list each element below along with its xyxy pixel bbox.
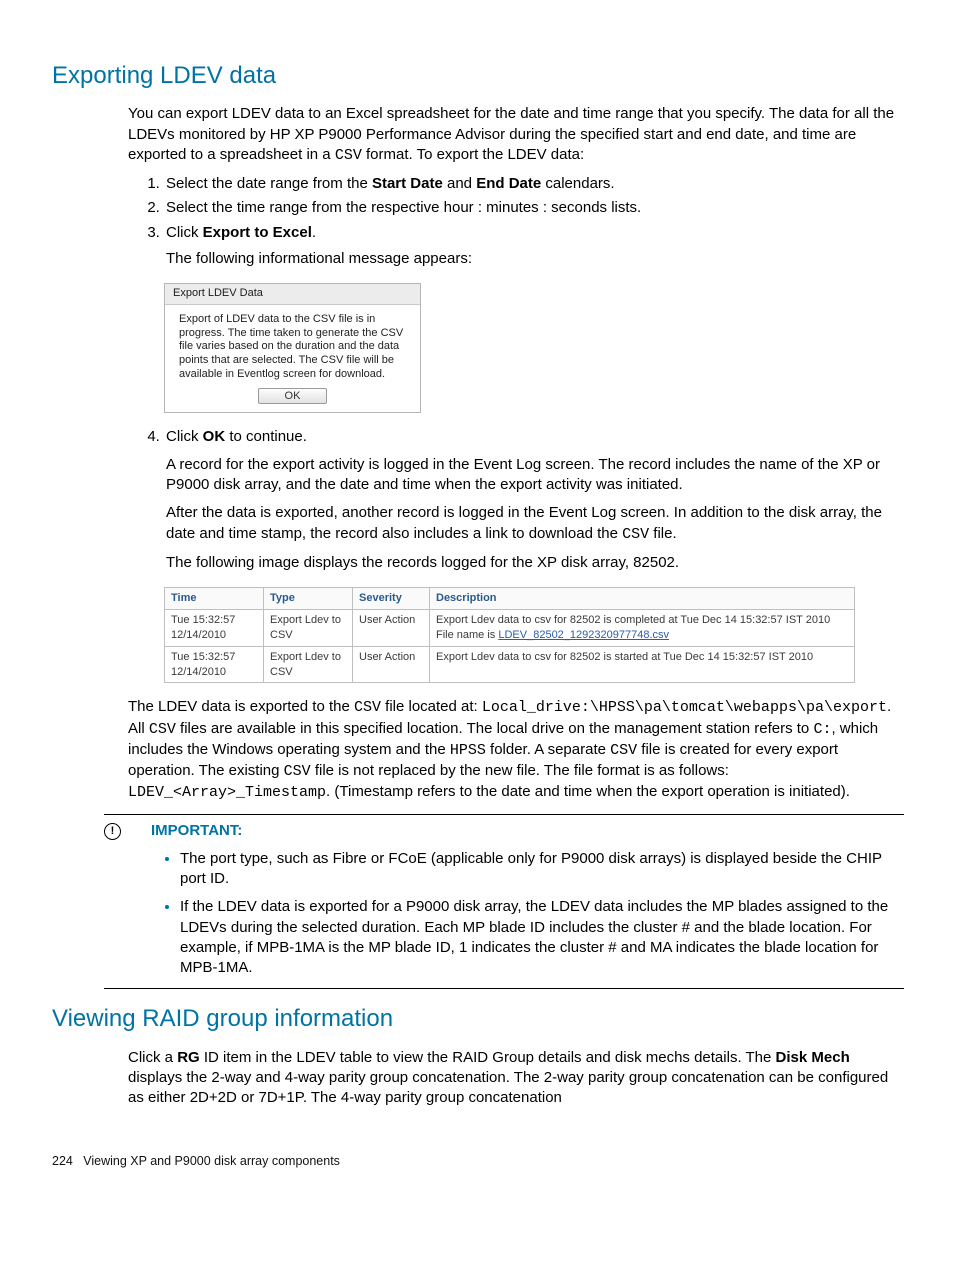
heading-viewing-raid: Viewing RAID group information (52, 1003, 902, 1035)
text: The LDEV data is exported to the (128, 698, 354, 715)
step-1: Select the date range from the Start Dat… (164, 174, 902, 194)
export-to-excel-label: Export to Excel (203, 224, 312, 241)
col-time: Time (165, 588, 264, 610)
text: and (443, 175, 476, 192)
text: After the data is exported, another reco… (166, 504, 882, 541)
step-3: Click Export to Excel. The following inf… (164, 223, 902, 270)
step-4-p2: After the data is exported, another reco… (166, 503, 902, 545)
disk-mech-label: Disk Mech (776, 1049, 850, 1066)
step-2: Select the time range from the respectiv… (164, 198, 902, 218)
csv-text: CSV (354, 699, 381, 716)
footer-title: Viewing XP and P9000 disk array componen… (83, 1154, 340, 1168)
raid-paragraph: Click a RG ID item in the LDEV table to … (128, 1048, 902, 1109)
important-list: The port type, such as Fibre or FCoE (ap… (160, 849, 902, 979)
csv-format: CSV (335, 147, 362, 164)
ok-button[interactable]: OK (258, 388, 328, 404)
csv-download-link[interactable]: LDEV_82502_1292320977748.csv (498, 629, 669, 641)
steps-list: Select the date range from the Start Dat… (128, 174, 902, 269)
export-ldev-dialog: Export LDEV Data Export of LDEV data to … (164, 283, 421, 413)
cell-type: Export Ldev to CSV (264, 646, 353, 683)
dialog-title: Export LDEV Data (165, 284, 420, 305)
text: file is not replaced by the new file. Th… (311, 762, 729, 779)
table-row: Tue 15:32:57 12/14/2010 Export Ldev to C… (165, 609, 855, 646)
drive-text: C: (813, 721, 831, 738)
file-format-text: LDEV_<Array>_Timestamp (128, 784, 326, 801)
start-date-label: Start Date (372, 175, 443, 192)
text: format. To export the LDEV data: (362, 146, 584, 163)
page-number: 224 (52, 1154, 73, 1168)
text: file located at: (381, 698, 482, 715)
col-type: Type (264, 588, 353, 610)
divider (104, 814, 904, 815)
list-item: The port type, such as Fibre or FCoE (ap… (180, 849, 902, 890)
text: . (Timestamp refers to the date and time… (326, 783, 850, 800)
important-icon: ! (104, 823, 121, 840)
text: Select the date range from the (166, 175, 372, 192)
export-location-paragraph: The LDEV data is exported to the CSV fil… (128, 697, 902, 803)
cell-description: Export Ldev data to csv for 82502 is sta… (430, 646, 855, 683)
cell-time: Tue 15:32:57 12/14/2010 (165, 646, 264, 683)
text: Click (166, 428, 203, 445)
text: folder. A separate (486, 741, 610, 758)
step-4: Click OK to continue. A record for the e… (164, 427, 902, 574)
cell-description: Export Ldev data to csv for 82502 is com… (430, 609, 855, 646)
important-note: ! IMPORTANT: (104, 821, 902, 841)
cell-type: Export Ldev to CSV (264, 609, 353, 646)
divider (104, 988, 904, 989)
step-3-follow: The following informational message appe… (166, 249, 902, 269)
dialog-body: Export of LDEV data to the CSV file is i… (165, 305, 420, 388)
text: calendars. (541, 175, 614, 192)
step-4-p3: The following image displays the records… (166, 553, 902, 573)
path-text: Local_drive:\HPSS\pa\tomcat\webapps\pa\e… (482, 699, 887, 716)
text: to continue. (225, 428, 307, 445)
text: . (312, 224, 316, 241)
csv-text: CSV (284, 763, 311, 780)
page-footer: 224 Viewing XP and P9000 disk array comp… (52, 1153, 902, 1170)
steps-list-cont: Click OK to continue. A record for the e… (128, 427, 902, 574)
cell-time: Tue 15:32:57 12/14/2010 (165, 609, 264, 646)
cell-severity: User Action (353, 609, 430, 646)
text: Click (166, 224, 203, 241)
csv-text: CSV (622, 526, 649, 543)
text: ID item in the LDEV table to view the RA… (200, 1049, 776, 1066)
table-header-row: Time Type Severity Description (165, 588, 855, 610)
important-label: IMPORTANT: (151, 821, 242, 841)
table-row: Tue 15:32:57 12/14/2010 Export Ldev to C… (165, 646, 855, 683)
text: Click a (128, 1049, 177, 1066)
eventlog-table: Time Type Severity Description Tue 15:32… (164, 587, 855, 683)
text: file. (649, 525, 677, 542)
col-severity: Severity (353, 588, 430, 610)
list-item: If the LDEV data is exported for a P9000… (180, 897, 902, 978)
hpss-text: HPSS (450, 742, 486, 759)
rg-label: RG (177, 1049, 200, 1066)
intro-paragraph: You can export LDEV data to an Excel spr… (128, 104, 902, 166)
cell-severity: User Action (353, 646, 430, 683)
step-4-p1: A record for the export activity is logg… (166, 455, 902, 496)
ok-label: OK (203, 428, 226, 445)
text: files are available in this specified lo… (176, 720, 814, 737)
csv-text: CSV (149, 721, 176, 738)
heading-exporting-ldev: Exporting LDEV data (52, 60, 902, 92)
end-date-label: End Date (476, 175, 541, 192)
csv-text: CSV (610, 742, 637, 759)
col-description: Description (430, 588, 855, 610)
text: displays the 2-way and 4-way parity grou… (128, 1069, 888, 1106)
